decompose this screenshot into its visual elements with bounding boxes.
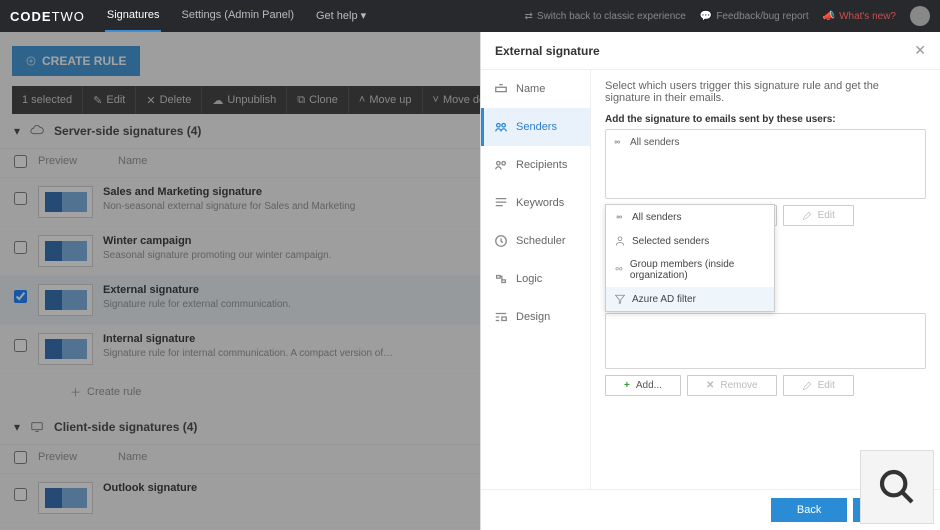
magnify-overlay [860,450,934,524]
step-logic[interactable]: Logic [481,260,590,298]
panel-header: External signature ✕ [481,32,940,70]
add-exception-button[interactable]: +Add... [605,375,681,396]
chevron-down-icon: ▾ [361,9,367,22]
list-item[interactable]: All senders [612,134,919,150]
close-icon[interactable]: ✕ [914,42,926,59]
panel-title: External signature [495,44,600,58]
edit-exception-button[interactable]: Edit [783,375,854,396]
top-nav: Signatures Settings (Admin Panel) Get he… [105,1,368,32]
pencil-icon [802,211,812,221]
step-scheduler[interactable]: Scheduler [481,222,590,260]
infinity-icon [614,211,626,223]
switch-experience-link[interactable]: ⇄ Switch back to classic experience [525,11,686,22]
add-senders-label: Add the signature to emails sent by thes… [605,114,926,125]
nav-settings[interactable]: Settings (Admin Panel) [179,1,296,32]
topbar-right: ⇄ Switch back to classic experience 💬 Fe… [525,6,930,26]
remove-exception-button[interactable]: ✕Remove [687,375,777,396]
menu-all-senders[interactable]: All senders [606,205,774,229]
pencil-icon [802,381,812,391]
step-name[interactable]: Name [481,70,590,108]
edit-sender-button[interactable]: Edit [783,205,854,226]
feedback-link[interactable]: 💬 Feedback/bug report [700,11,809,22]
whats-new-link[interactable]: 📣 What's new? [823,11,896,22]
exceptions-buttons: +Add... ✕Remove Edit [605,375,926,396]
step-content: Select which users trigger this signatur… [591,70,940,489]
menu-azure-filter[interactable]: Azure AD filter [606,287,774,311]
search-icon [877,467,917,507]
panel-body: Name Senders Recipients Keywords Schedul… [481,70,940,489]
plus-icon: + [624,380,630,391]
top-bar: CODETWO Signatures Settings (Admin Panel… [0,0,940,32]
filter-icon [614,293,626,305]
back-button[interactable]: Back [771,498,847,522]
menu-group-members[interactable]: Group members (inside organization) [606,253,774,287]
helper-text: Select which users trigger this signatur… [605,80,926,104]
step-design[interactable]: Design [481,298,590,336]
wizard-steps: Name Senders Recipients Keywords Schedul… [481,70,591,489]
exceptions-listbox[interactable] [605,313,926,369]
add-sender-menu[interactable]: All senders Selected senders Group membe… [605,204,775,312]
menu-selected-senders[interactable]: Selected senders [606,229,774,253]
group-icon [614,264,624,276]
logo: CODETWO [10,9,85,24]
avatar[interactable] [910,6,930,26]
step-keywords[interactable]: Keywords [481,184,590,222]
senders-listbox[interactable]: All senders [605,129,926,199]
step-recipients[interactable]: Recipients [481,146,590,184]
infinity-icon [612,136,624,148]
step-senders[interactable]: Senders [481,108,590,146]
x-icon: ✕ [706,380,714,391]
nav-signatures[interactable]: Signatures [105,1,162,32]
nav-help[interactable]: Get help ▾ [314,1,368,32]
app-body: CREATE RULE 1 selected ✎ Edit ✕ Delete ☁… [0,32,940,530]
user-icon [614,235,626,247]
